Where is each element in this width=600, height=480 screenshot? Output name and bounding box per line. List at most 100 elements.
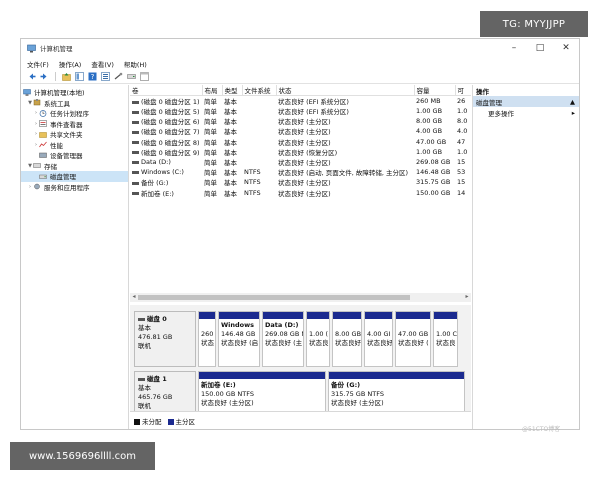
cell-text: (磁盘 0 磁盘分区 9) xyxy=(141,148,200,157)
table-cell: 简单 xyxy=(202,137,222,147)
tree-item-storage[interactable]: ▼ 存储 xyxy=(21,161,128,172)
tree-item-root[interactable]: 计算机管理(本地) xyxy=(21,87,128,98)
disk-0-label[interactable]: 磁盘 0 基本 476.81 GB 联机 xyxy=(134,311,196,367)
table-cell: 简单 xyxy=(202,126,222,136)
cell-text: 260 MB xyxy=(416,97,441,105)
table-cell xyxy=(242,106,276,116)
table-cell: 基本 xyxy=(222,137,242,147)
volume-table-header: 卷 布局 类型 文件系统 状态 容量 可 xyxy=(130,85,471,96)
table-cell: 状态良好 (EFI 系统分区) xyxy=(276,96,414,106)
menu-action[interactable]: 操作(A) xyxy=(59,59,82,69)
scrollbar-thumb[interactable] xyxy=(138,295,410,300)
cell-text: 基本 xyxy=(224,118,237,127)
table-cell: 1.0 xyxy=(455,106,471,116)
disk-0-partition[interactable]: Data (D:) 269.08 GB N 状态良好 (主 xyxy=(262,311,304,367)
menu-view[interactable]: 查看(V) xyxy=(91,59,114,69)
actions-section-disk-management[interactable]: 磁盘管理 ▲ xyxy=(473,96,579,107)
column-header-volume[interactable]: 卷 xyxy=(130,85,203,96)
table-row[interactable]: (磁盘 0 磁盘分区 6) 简单 基本 状态良好 (主分区) 8.00 GB 8.0 xyxy=(130,116,471,126)
close-button[interactable]: ✕ xyxy=(553,43,579,53)
view-list-icon[interactable] xyxy=(140,72,149,81)
disk-icon[interactable] xyxy=(127,72,136,81)
console-tree-icon[interactable] xyxy=(75,72,84,81)
maximize-button[interactable]: □ xyxy=(527,43,553,53)
table-cell xyxy=(242,137,276,147)
volume-icon xyxy=(132,170,139,174)
forward-arrow-icon[interactable] xyxy=(40,72,49,81)
volume-icon xyxy=(132,120,139,124)
more-actions-item[interactable]: 更多操作 ▸ xyxy=(473,107,579,118)
table-row[interactable]: Data (D:) 简单 基本 状态良好 (主分区) 269.08 GB 15 xyxy=(130,157,471,167)
disk-0-partition[interactable]: Windows 146.48 GB 状态良好 (启 xyxy=(218,311,260,367)
menu-help[interactable]: 帮助(H) xyxy=(124,59,147,69)
clock-icon xyxy=(39,109,47,117)
collapse-up-icon[interactable]: ▲ xyxy=(570,98,575,106)
table-cell: 26 xyxy=(455,96,471,107)
tree-item-services-apps[interactable]: › 服务和应用程序 xyxy=(21,182,128,193)
table-cell: (磁盘 0 磁盘分区 6) xyxy=(130,116,202,126)
cell-text: 26 xyxy=(457,97,466,105)
column-header-status[interactable]: 状态 xyxy=(276,85,415,96)
cell-text: 基本 xyxy=(224,169,237,178)
column-header-type[interactable]: 类型 xyxy=(222,85,243,96)
column-header-filesystem[interactable]: 文件系统 xyxy=(242,85,277,96)
cell-text: 状态良好 (主分区) xyxy=(278,179,331,188)
table-row[interactable]: Windows (C:) 简单 基本 NTFS 状态良好 (启动, 页面文件, 故障转储… xyxy=(130,167,471,177)
table-cell: 1.00 GB xyxy=(414,147,455,157)
table-row[interactable]: (磁盘 0 磁盘分区 1) 简单 基本 状态良好 (EFI 系统分区) 260 MB 26 xyxy=(130,96,471,107)
cell-text: 315.75 GB xyxy=(416,178,451,187)
disk-0-partition[interactable]: 4.00 GI 状态良好 xyxy=(364,311,393,367)
scroll-left-icon[interactable]: ◂ xyxy=(130,293,138,300)
tree-item-task-scheduler[interactable]: › 任务计划程序 xyxy=(21,108,128,119)
table-row[interactable]: 新加卷 (E:) 简单 基本 NTFS 状态良好 (主分区) 150.00 GB 14 xyxy=(130,188,471,198)
column-header-free[interactable]: 可 xyxy=(455,85,471,96)
disk-0-partitions: 260 状态 Windows 146.48 GB 状态良好 (启 Data (D:) 2… xyxy=(198,311,467,367)
disk-0-partition[interactable]: 8.00 GB 状态良好 xyxy=(332,311,362,367)
table-row[interactable]: (磁盘 0 磁盘分区 9) 简单 基本 状态良好 (恢复分区) 1.00 GB 1.0 xyxy=(130,147,471,157)
table-cell xyxy=(242,96,276,107)
disk-0-partition[interactable]: 1.00 C 状态良 xyxy=(433,311,458,367)
partition-size: 260 xyxy=(201,330,214,338)
up-folder-icon[interactable] xyxy=(62,72,71,81)
cell-text: 8.00 GB xyxy=(416,117,443,126)
tree-item-system-tools[interactable]: ▼ 系统工具 xyxy=(21,98,128,109)
table-cell xyxy=(242,147,276,157)
table-cell: 基本 xyxy=(222,188,242,198)
table-row[interactable]: 备份 (G:) 简单 基本 NTFS 状态良好 (主分区) 315.75 GB 15 xyxy=(130,177,471,187)
cell-text: 基本 xyxy=(224,128,237,137)
table-cell: 150.00 GB xyxy=(414,188,455,198)
table-cell: 基本 xyxy=(222,177,242,187)
cell-text: 47.00 GB xyxy=(416,137,447,146)
disk-0-partition[interactable]: 260 状态 xyxy=(198,311,216,367)
table-cell: 14 xyxy=(455,188,471,198)
horizontal-scrollbar[interactable]: ◂ ▸ xyxy=(130,293,471,302)
disk-0-partition[interactable]: 1.00 (状态良 xyxy=(306,311,330,367)
tree-label-disk-management: 磁盘管理 xyxy=(50,173,76,182)
menu-file[interactable]: 文件(F) xyxy=(27,59,49,69)
legend-label-primary: 主分区 xyxy=(175,417,196,426)
tree-item-shared-folders[interactable]: › 共享文件夹 xyxy=(21,129,128,140)
back-arrow-icon[interactable] xyxy=(27,72,36,81)
table-row[interactable]: (磁盘 0 磁盘分区 8) 简单 基本 状态良好 (主分区) 47.00 GB 47 xyxy=(130,137,471,147)
disk-0-partition[interactable]: 47.00 GB 状态良好 ( xyxy=(395,311,431,367)
table-row[interactable]: (磁盘 0 磁盘分区 5) 简单 基本 状态良好 (EFI 系统分区) 1.00 GB 1… xyxy=(130,106,471,116)
properties-icon[interactable] xyxy=(101,72,110,81)
scroll-right-icon[interactable]: ▸ xyxy=(463,293,471,300)
tree-item-performance[interactable]: › 性能 xyxy=(21,140,128,151)
tree-item-disk-management[interactable]: 磁盘管理 xyxy=(21,171,128,182)
toolbar: ? xyxy=(21,70,579,84)
connect-icon[interactable] xyxy=(114,72,123,81)
tree-item-event-viewer[interactable]: › 事件查看器 xyxy=(21,119,128,130)
cell-text: 4.00 GB xyxy=(416,127,443,136)
minimize-button[interactable]: – xyxy=(501,43,527,53)
help-icon[interactable]: ? xyxy=(88,72,97,81)
partition-bar xyxy=(434,312,457,319)
column-header-capacity[interactable]: 容量 xyxy=(414,85,456,96)
table-cell: (磁盘 0 磁盘分区 9) xyxy=(130,147,202,157)
tree-item-device-manager[interactable]: 设备管理器 xyxy=(21,150,128,161)
column-header-layout[interactable]: 布局 xyxy=(202,85,223,96)
cell-text: 基本 xyxy=(224,179,237,188)
table-cell: 状态良好 (主分区) xyxy=(276,188,414,198)
table-row[interactable]: (磁盘 0 磁盘分区 7) 简单 基本 状态良好 (主分区) 4.00 GB 4.0 xyxy=(130,126,471,136)
cell-text: 53 xyxy=(457,168,466,177)
